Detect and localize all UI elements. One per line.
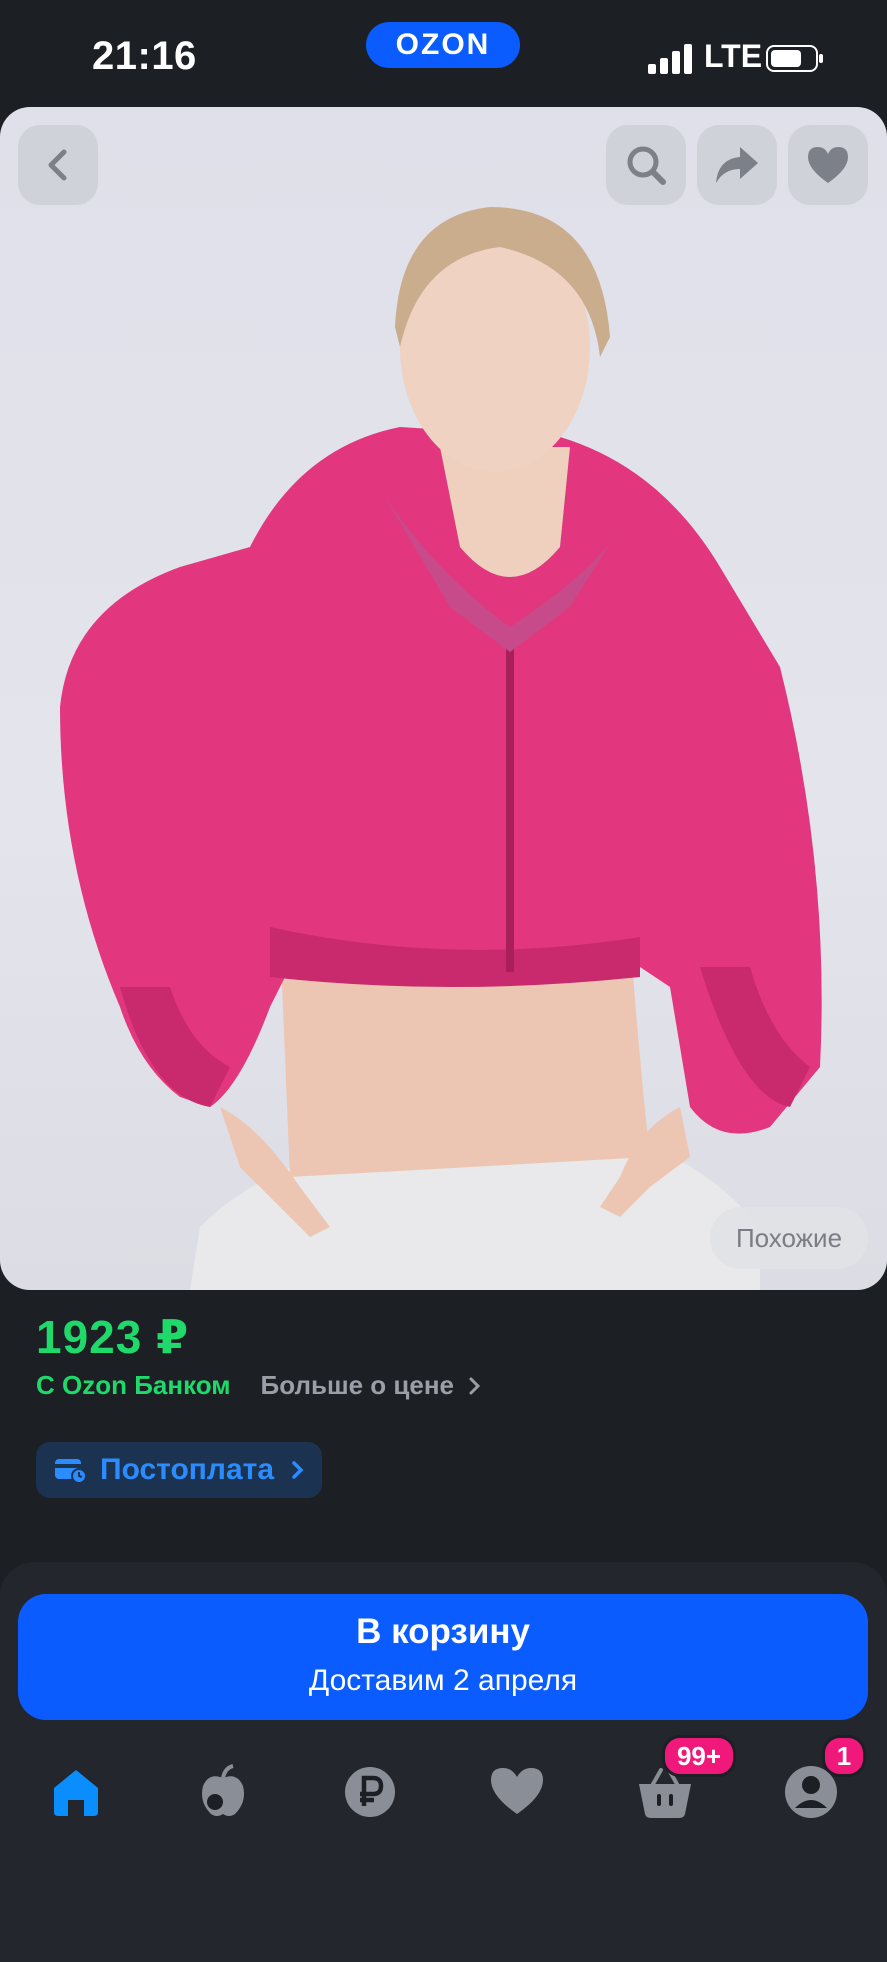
postpay-button[interactable]: Постоплата	[36, 1442, 323, 1498]
postpay-label: Постоплата	[100, 1453, 275, 1486]
product-photo	[60, 207, 822, 1290]
price-more-link[interactable]: Больше о цене	[261, 1370, 455, 1401]
ruble-icon	[345, 1767, 395, 1817]
nav-fresh[interactable]	[193, 1762, 253, 1822]
heart-icon	[808, 147, 848, 183]
similar-button[interactable]: Похожие	[710, 1207, 868, 1269]
back-button[interactable]	[18, 125, 98, 205]
favorite-button[interactable]	[788, 125, 868, 205]
bottom-navigation: 99+ 1	[0, 1735, 887, 1920]
search-button[interactable]	[606, 125, 686, 205]
price-info-row: С Ozon Банком Больше о цене	[36, 1370, 482, 1401]
ozon-logo: OZON	[366, 22, 520, 68]
ozon-bank-label: С Ozon Банком	[36, 1370, 231, 1400]
product-image-gallery[interactable]: Похожие	[0, 107, 887, 1290]
share-button[interactable]	[697, 125, 777, 205]
chevron-right-icon	[292, 1461, 304, 1479]
chevron-left-icon	[48, 149, 67, 181]
home-icon	[54, 1770, 98, 1816]
add-to-cart-label: В корзину	[356, 1612, 530, 1651]
search-icon	[627, 146, 666, 185]
signal-icon	[648, 44, 692, 74]
status-bar: 21:16 OZON LTE	[0, 0, 887, 108]
nav-favorites[interactable]	[487, 1762, 547, 1822]
product-price: 1923 ₽	[36, 1311, 190, 1363]
add-to-cart-button[interactable]: В корзину Доставим 2 апреля	[18, 1594, 868, 1720]
status-time: 21:16	[92, 34, 197, 78]
battery-icon	[766, 45, 823, 72]
nav-home[interactable]	[46, 1762, 106, 1822]
profile-notification-badge: 1	[822, 1735, 866, 1777]
delivery-date-text: Доставим 2 апреля	[308, 1664, 578, 1697]
share-arrow-icon	[716, 147, 758, 183]
nav-finance[interactable]	[340, 1762, 400, 1822]
apple-icon	[202, 1764, 244, 1816]
network-type: LTE	[704, 38, 763, 74]
cart-count-badge: 99+	[662, 1735, 736, 1777]
card-clock-icon	[55, 1459, 86, 1483]
chevron-right-icon	[469, 1377, 481, 1394]
heart-icon	[491, 1768, 543, 1814]
